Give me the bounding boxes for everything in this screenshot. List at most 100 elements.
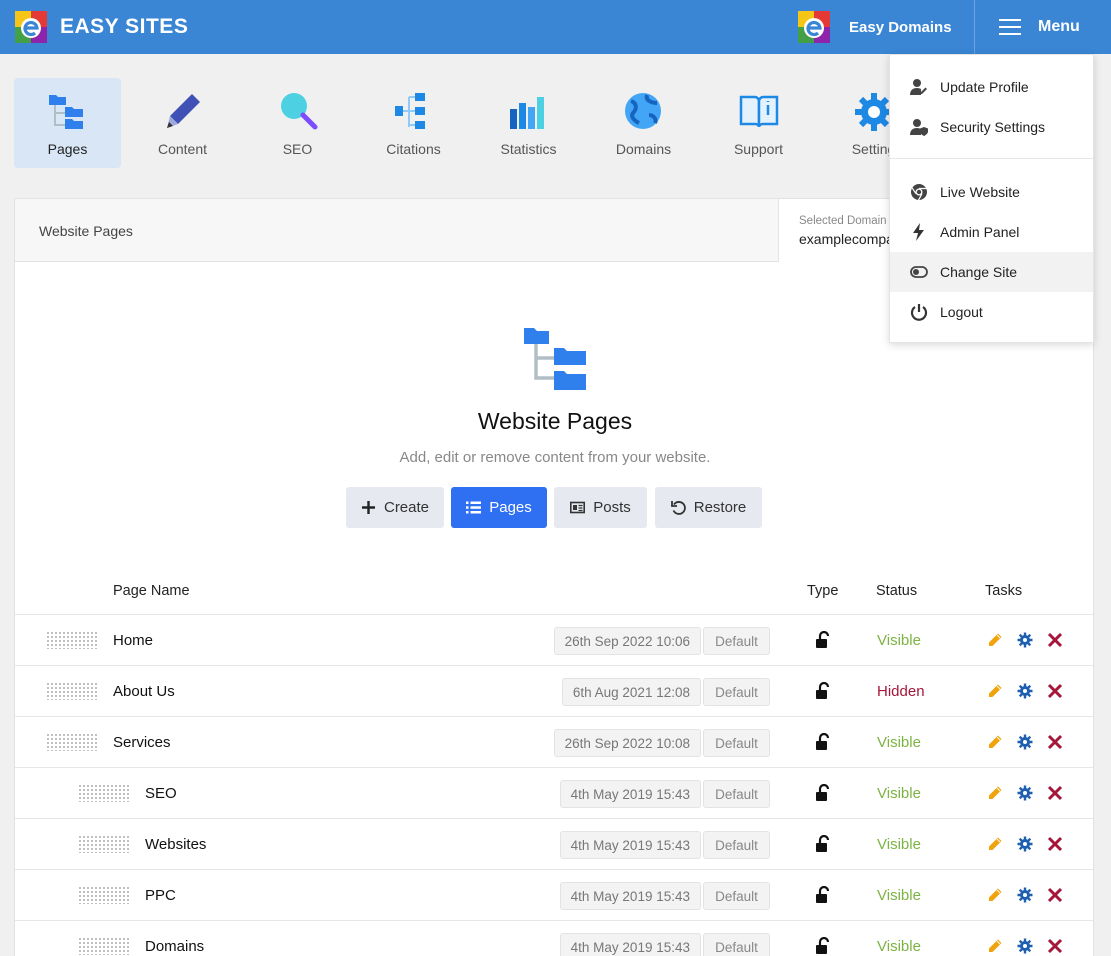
- page-name[interactable]: PPC: [145, 887, 176, 904]
- globe-icon: [625, 93, 661, 129]
- menu-item-label: Logout: [940, 304, 983, 320]
- status-visible[interactable]: Visible: [877, 734, 921, 751]
- menu-item-logout[interactable]: Logout: [890, 292, 1093, 332]
- restore-button[interactable]: Restore: [655, 487, 762, 528]
- settings-gear-icon[interactable]: [1017, 734, 1033, 750]
- plus-icon: [361, 501, 375, 514]
- drag-handle[interactable]: [78, 784, 130, 802]
- edit-pencil-icon[interactable]: [987, 785, 1003, 801]
- menu-item-admin-panel[interactable]: Admin Panel: [890, 212, 1093, 252]
- unlocked-icon[interactable]: [815, 682, 831, 700]
- toggle-icon: [910, 266, 928, 278]
- template-badge: Default: [703, 627, 770, 655]
- status-visible[interactable]: Visible: [877, 632, 921, 649]
- easy-domains-link[interactable]: Easy Domains: [798, 10, 952, 44]
- template-badge: Default: [703, 729, 770, 757]
- brand[interactable]: EASY SITES: [15, 10, 188, 44]
- page-name[interactable]: SEO: [145, 785, 177, 802]
- unlocked-icon[interactable]: [815, 784, 831, 802]
- unlocked-icon[interactable]: [815, 631, 831, 649]
- modified-date: 4th May 2019 15:43: [559, 831, 701, 859]
- column-header-page-name: Page Name: [113, 583, 190, 599]
- hamburger-icon: [999, 19, 1021, 35]
- settings-gear-icon[interactable]: [1017, 785, 1033, 801]
- edit-pencil-icon[interactable]: [987, 734, 1003, 750]
- module-label: Support: [733, 141, 784, 157]
- modified-date: 4th May 2019 15:43: [559, 882, 701, 910]
- delete-x-icon[interactable]: [1047, 632, 1063, 648]
- table-row: About Us 6th Aug 2021 12:08 Default Hidd…: [15, 665, 1093, 716]
- page-name[interactable]: About Us: [113, 683, 175, 700]
- status-visible[interactable]: Visible: [877, 938, 921, 955]
- unlocked-icon[interactable]: [815, 733, 831, 751]
- table-row: PPC 4th May 2019 15:43 Default Visible: [15, 869, 1093, 920]
- drag-handle[interactable]: [78, 835, 130, 853]
- settings-gear-icon[interactable]: [1017, 683, 1033, 699]
- drag-handle[interactable]: [78, 886, 130, 904]
- module-seo[interactable]: SEO: [244, 78, 351, 168]
- folder-tree-icon: [49, 95, 83, 129]
- status-hidden[interactable]: Hidden: [877, 683, 925, 700]
- delete-x-icon[interactable]: [1047, 836, 1063, 852]
- module-label: Content: [157, 141, 208, 157]
- edit-pencil-icon[interactable]: [987, 836, 1003, 852]
- menu-item-update-profile[interactable]: Update Profile: [890, 67, 1093, 107]
- edit-pencil-icon[interactable]: [987, 938, 1003, 954]
- delete-x-icon[interactable]: [1047, 887, 1063, 903]
- unlocked-icon[interactable]: [815, 835, 831, 853]
- module-domains[interactable]: Domains: [590, 78, 697, 168]
- column-header-type: Type: [807, 583, 839, 599]
- menu-item-label: Admin Panel: [940, 224, 1020, 240]
- page-name[interactable]: Services: [113, 734, 171, 751]
- hero-title: Website Pages: [477, 408, 633, 434]
- magnifier-icon: [281, 93, 318, 130]
- account-dropdown-menu: Update Profile Security Settings Live We…: [889, 54, 1094, 343]
- edit-pencil-icon[interactable]: [987, 683, 1003, 699]
- pages-button[interactable]: Pages: [451, 487, 547, 528]
- module-pages[interactable]: Pages: [14, 78, 121, 168]
- easy-domains-label: Easy Domains: [849, 18, 952, 36]
- page-name[interactable]: Home: [113, 632, 153, 649]
- module-statistics[interactable]: Statistics: [475, 78, 582, 168]
- table-row: Home 26th Sep 2022 10:06 Default Visible: [15, 614, 1093, 665]
- brand-name: EASY SITES: [60, 15, 189, 38]
- module-content[interactable]: Content: [129, 78, 236, 168]
- drag-handle[interactable]: [46, 631, 98, 649]
- delete-x-icon[interactable]: [1047, 683, 1063, 699]
- settings-gear-icon[interactable]: [1017, 836, 1033, 852]
- unlocked-icon[interactable]: [815, 886, 831, 904]
- create-button[interactable]: Create: [346, 487, 444, 528]
- delete-x-icon[interactable]: [1047, 734, 1063, 750]
- module-citations[interactable]: Citations: [360, 78, 467, 168]
- status-visible[interactable]: Visible: [877, 836, 921, 853]
- delete-x-icon[interactable]: [1047, 785, 1063, 801]
- status-visible[interactable]: Visible: [877, 785, 921, 802]
- template-badge: Default: [703, 882, 770, 910]
- page-name[interactable]: Websites: [145, 836, 206, 853]
- edit-pencil-icon[interactable]: [987, 887, 1003, 903]
- menu-item-change-site[interactable]: Change Site: [890, 252, 1093, 292]
- modified-date: 4th May 2019 15:43: [559, 933, 701, 956]
- user-shield-icon: [910, 119, 928, 136]
- create-label: Create: [383, 499, 430, 516]
- menu-divider: [890, 158, 1093, 159]
- settings-gear-icon[interactable]: [1017, 887, 1033, 903]
- power-icon: [910, 304, 928, 321]
- status-visible[interactable]: Visible: [877, 887, 921, 904]
- edit-pencil-icon[interactable]: [987, 632, 1003, 648]
- menu-item-live-website[interactable]: Live Website: [890, 172, 1093, 212]
- pages-label: Pages: [489, 499, 532, 516]
- drag-handle[interactable]: [78, 937, 130, 955]
- module-support[interactable]: Support: [705, 78, 812, 168]
- drag-handle[interactable]: [46, 733, 98, 751]
- settings-gear-icon[interactable]: [1017, 632, 1033, 648]
- menu-item-security-settings[interactable]: Security Settings: [890, 107, 1093, 147]
- restore-icon: [670, 501, 686, 515]
- posts-button[interactable]: Posts: [554, 487, 647, 528]
- delete-x-icon[interactable]: [1047, 938, 1063, 954]
- page-name[interactable]: Domains: [145, 938, 204, 955]
- settings-gear-icon[interactable]: [1017, 938, 1033, 954]
- unlocked-icon[interactable]: [815, 937, 831, 955]
- menu-button[interactable]: Menu: [974, 0, 1111, 54]
- drag-handle[interactable]: [46, 682, 98, 700]
